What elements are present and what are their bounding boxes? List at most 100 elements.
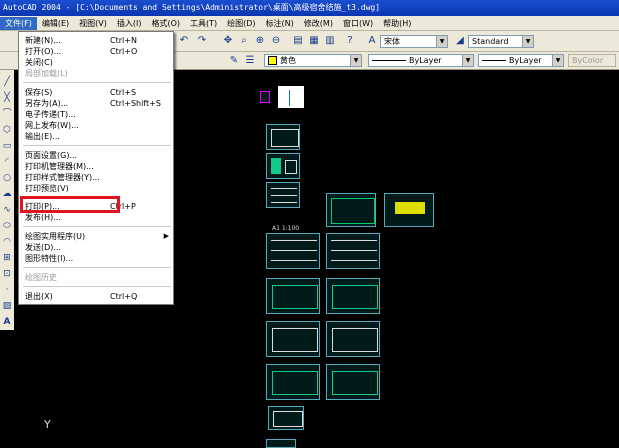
- point-icon[interactable]: ·: [1, 284, 13, 296]
- drawing-sheet: [278, 86, 304, 108]
- menu-dimension[interactable]: 标注(N): [261, 17, 299, 30]
- drawing-sheet: [266, 182, 300, 208]
- ellipse-arc-icon[interactable]: ◠: [1, 236, 13, 248]
- text-style-select[interactable]: 宋体 ▼: [380, 35, 448, 48]
- menu-item-plot-preview[interactable]: 打印预览(V): [25, 183, 171, 194]
- properties-icon[interactable]: ▤: [292, 35, 304, 47]
- menu-item-publish[interactable]: 发布(H)...: [25, 212, 171, 223]
- drawing-sheet: [326, 364, 380, 400]
- menu-item-label: 打印预览(V): [25, 184, 69, 193]
- plotstyle-select[interactable]: ByColor: [568, 54, 616, 67]
- menu-item-close[interactable]: 关闭(C): [25, 57, 171, 68]
- zoom-window-icon[interactable]: ⊕: [254, 35, 266, 47]
- menu-help[interactable]: 帮助(H): [378, 17, 416, 30]
- menu-item-plot-style-manager[interactable]: 打印样式管理器(Y)...: [25, 172, 171, 183]
- menu-item-label: 打印样式管理器(Y)...: [25, 173, 100, 182]
- menu-item-drawing-utilities[interactable]: 绘图实用程序(U) ▶: [25, 231, 171, 242]
- linetype-select[interactable]: ByLayer ▼: [368, 54, 474, 67]
- zoom-previous-icon[interactable]: ⊖: [270, 35, 282, 47]
- menu-modify[interactable]: 修改(M): [299, 17, 338, 30]
- drawing-sheet: [326, 193, 376, 227]
- menu-item-new[interactable]: 新建(N)... Ctrl+N: [25, 35, 171, 46]
- insert-block-icon[interactable]: ⊞: [1, 252, 13, 264]
- menu-edit[interactable]: 编辑(E): [37, 17, 74, 30]
- layer-manager-icon[interactable]: ☰: [244, 55, 256, 67]
- menu-separator: [23, 82, 171, 83]
- multiline-text-icon[interactable]: A: [1, 316, 13, 328]
- undo-icon[interactable]: ↶: [178, 35, 190, 47]
- line-icon[interactable]: ╱: [1, 76, 13, 88]
- menu-item-label: 图形特性(I)...: [25, 254, 74, 263]
- revision-cloud-icon[interactable]: ☁: [1, 188, 13, 200]
- menu-item-plotter-manager[interactable]: 打印机管理器(M)...: [25, 161, 171, 172]
- menu-item-shortcut: Ctrl+O: [110, 47, 138, 56]
- circle-icon[interactable]: ○: [1, 172, 13, 184]
- redo-icon[interactable]: ↷: [196, 35, 208, 47]
- menu-item-label: 另存为(A)...: [25, 99, 69, 108]
- pan-icon[interactable]: ✥: [222, 35, 234, 47]
- menu-draw[interactable]: 绘图(D): [222, 17, 260, 30]
- menu-tools[interactable]: 工具(T): [185, 17, 222, 30]
- menu-item-label: 打开(O)...: [25, 47, 62, 56]
- menu-view[interactable]: 视图(V): [74, 17, 112, 30]
- menu-item-shortcut: Ctrl+N: [110, 36, 137, 45]
- menu-item-label: 发送(D)...: [25, 243, 62, 252]
- lineweight-select[interactable]: ByLayer ▼: [478, 54, 564, 67]
- menu-item-send[interactable]: 发送(D)...: [25, 242, 171, 253]
- menu-item-save[interactable]: 保存(S) Ctrl+S: [25, 87, 171, 98]
- menu-item-label: 关闭(C): [25, 58, 53, 67]
- linetype-preview: [372, 60, 406, 61]
- menu-item-label: 保存(S): [25, 88, 53, 97]
- layer-previous-icon[interactable]: ✎: [228, 55, 240, 67]
- menu-item-label: 发布(H)...: [25, 213, 61, 222]
- menu-bar: 文件(F) 编辑(E) 视图(V) 插入(I) 格式(O) 工具(T) 绘图(D…: [0, 16, 619, 31]
- ellipse-icon[interactable]: ⬭: [1, 220, 13, 232]
- file-menu-dropdown: 新建(N)... Ctrl+N 打开(O)... Ctrl+O 关闭(C) 局部加载…: [18, 31, 174, 305]
- window-title: AutoCAD 2004 - [C:\Documents and Setting…: [0, 0, 619, 16]
- menu-file[interactable]: 文件(F): [0, 16, 37, 30]
- linetype-value: ByLayer: [409, 56, 442, 65]
- chevron-down-icon: ▼: [436, 36, 447, 47]
- polyline-icon[interactable]: ⌒: [1, 108, 13, 120]
- menu-item-page-setup[interactable]: 页面设置(G)...: [25, 150, 171, 161]
- menu-insert[interactable]: 插入(I): [112, 17, 147, 30]
- menu-window[interactable]: 窗口(W): [338, 17, 378, 30]
- menu-item-label: 局部加载(L): [25, 69, 68, 78]
- polygon-icon[interactable]: ⬡: [1, 124, 13, 136]
- design-center-icon[interactable]: ▦: [308, 35, 320, 47]
- menu-item-export[interactable]: 输出(E)...: [25, 131, 171, 142]
- menu-item-etransmit[interactable]: 电子传递(T)...: [25, 109, 171, 120]
- drawing-sheet: [326, 233, 380, 269]
- menu-item-publish-web[interactable]: 网上发布(W)...: [25, 120, 171, 131]
- make-block-icon[interactable]: ⊡: [1, 268, 13, 280]
- hatch-icon[interactable]: ▨: [1, 300, 13, 312]
- tool-palette-icon[interactable]: ▥: [324, 35, 336, 47]
- chevron-down-icon: ▼: [522, 36, 533, 47]
- drawing-sheet: [266, 439, 296, 448]
- construction-line-icon[interactable]: ╳: [1, 92, 13, 104]
- zoom-realtime-icon[interactable]: ⌕: [238, 35, 250, 47]
- dim-style-select[interactable]: Standard ▼: [468, 35, 534, 48]
- drawing-sheet: [266, 233, 320, 269]
- menu-item-label: 退出(X): [25, 292, 53, 301]
- color-select[interactable]: 黄色 ▼: [264, 54, 362, 67]
- drawing-sheet: [266, 364, 320, 400]
- drawing-sheet: [266, 321, 320, 357]
- menu-item-drawing-properties[interactable]: 图形特性(I)...: [25, 253, 171, 264]
- rectangle-icon[interactable]: ▭: [1, 140, 13, 152]
- text-style-value: 宋体: [384, 37, 400, 46]
- dim-style-value: Standard: [472, 37, 509, 46]
- menu-item-label: 绘图历史: [25, 273, 57, 282]
- help-icon[interactable]: ?: [344, 35, 356, 47]
- menu-item-shortcut: Ctrl+Shift+S: [110, 99, 161, 108]
- menu-item-save-as[interactable]: 另存为(A)... Ctrl+Shift+S: [25, 98, 171, 109]
- drawing-sheet: [326, 321, 380, 357]
- spline-icon[interactable]: ∿: [1, 204, 13, 216]
- menu-item-exit[interactable]: 退出(X) Ctrl+Q: [25, 291, 171, 302]
- menu-item-open[interactable]: 打开(O)... Ctrl+O: [25, 46, 171, 57]
- menu-item-label: 打印机管理器(M)...: [25, 162, 94, 171]
- menu-format[interactable]: 格式(O): [146, 17, 185, 30]
- lineweight-value: ByLayer: [509, 56, 542, 65]
- arc-icon[interactable]: ◜: [1, 156, 13, 168]
- menu-item-label: 电子传递(T)...: [25, 110, 76, 119]
